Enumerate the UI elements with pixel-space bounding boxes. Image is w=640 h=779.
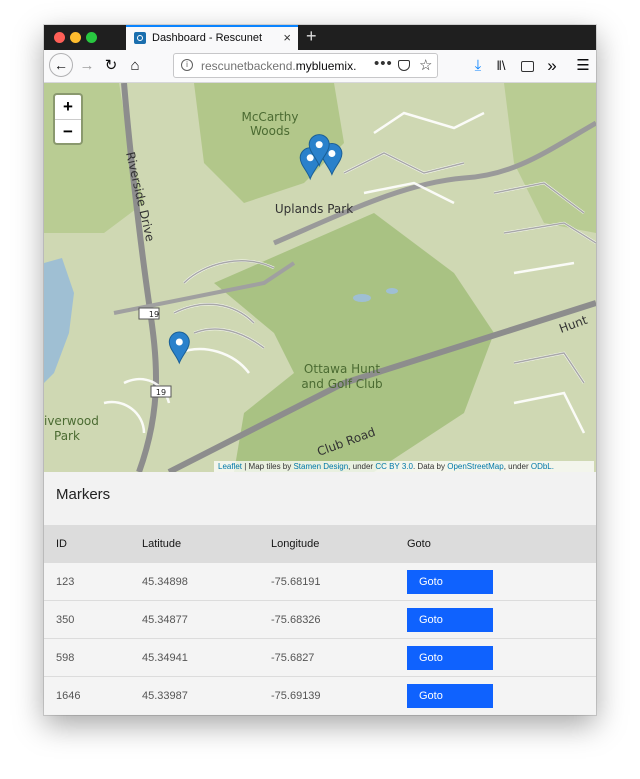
library-icon[interactable]: ‖\ [492,56,510,76]
cell-longitude: -75.68191 [259,562,395,601]
ccby-link[interactable]: CC BY 3.0 [375,462,413,471]
leaflet-link[interactable]: Leaflet [218,462,242,471]
table-row: 350 45.34877 -75.68326 Goto [44,600,596,639]
cell-id: 350 [44,600,130,639]
mccarthy-woods-label-1: McCarthy [241,110,298,124]
new-tab-icon[interactable]: + [306,26,317,47]
ottawa-hunt-label-2: and Golf Club [301,377,382,391]
cell-id: 598 [44,638,130,677]
url-domain: mybluemix. [295,59,357,73]
zoom-in-button[interactable]: + [55,95,81,120]
minimize-window-button[interactable] [70,32,81,43]
table-row: 1646 45.33987 -75.69139 Goto [44,676,596,714]
goto-button[interactable]: Goto [407,569,493,594]
column-header-latitude: Latitude [130,525,259,563]
riverwood-park-label-1: iverwood [44,414,99,428]
rescunet-favicon-icon [134,32,146,44]
attribution-text-2: , under [348,462,376,471]
page-actions-more-icon[interactable]: ••• [374,55,393,72]
table-row: 598 45.34941 -75.6827 Goto [44,638,596,677]
map[interactable]: 19 19 McCarthy Woods Riverside Drive Upl… [44,83,596,472]
uplands-park-label: Uplands Park [275,202,353,216]
star-icon[interactable]: ☆ [419,56,432,74]
cell-goto: Goto [395,600,596,639]
tab-title: Dashboard - Rescunet [152,32,263,44]
cell-goto: Goto [395,676,596,714]
info-icon[interactable]: i [181,59,193,71]
nav-toolbar: ← → ↻ ⌂ i rescunetbackend.mybluemix. •••… [44,50,596,83]
cell-goto: Goto [395,638,596,677]
attribution-text-1: | Map tiles by [242,462,294,471]
pocket-icon[interactable] [398,60,410,71]
tab-dashboard[interactable]: Dashboard - Rescunet × [126,25,298,50]
browser-window: Dashboard - Rescunet × + ← → ↻ ⌂ i rescu… [44,25,596,715]
markers-table: ID Latitude Longitude Goto 123 45.34898 … [44,525,596,714]
odbl-link[interactable]: ODbL. [531,462,554,471]
cell-longitude: -75.68326 [259,600,395,639]
goto-button[interactable]: Goto [407,645,493,670]
cell-goto: Goto [395,562,596,601]
menu-icon[interactable]: ☰ [574,56,592,76]
reload-icon[interactable]: ↻ [102,56,120,76]
back-icon[interactable]: ← [49,53,73,77]
cell-latitude: 45.34941 [130,638,259,677]
column-header-id: ID [44,525,130,563]
url-host: rescunetbackend. [201,59,296,73]
goto-button[interactable]: Goto [407,607,493,632]
sidebar-icon[interactable] [518,56,536,76]
cell-latitude: 45.34898 [130,562,259,601]
stamen-link[interactable]: Stamen Design [293,462,348,471]
cell-latitude: 45.34877 [130,600,259,639]
goto-button[interactable]: Goto [407,683,493,708]
home-icon[interactable]: ⌂ [126,56,144,76]
attribution-text-3: . Data by [412,462,448,471]
markers-heading: Markers [56,486,111,503]
overflow-icon[interactable]: » [543,56,561,76]
osm-link[interactable]: OpenStreetMap [447,462,503,471]
table-row: 123 45.34898 -75.68191 Goto [44,562,596,601]
route-19-label-2: 19 [156,388,166,397]
map-attribution: Leaflet | Map tiles by Stamen Design, un… [214,461,594,472]
mccarthy-woods-label-2: Woods [250,124,290,138]
ottawa-hunt-label-1: Ottawa Hunt [304,362,380,376]
close-window-button[interactable] [54,32,65,43]
table-header-row: ID Latitude Longitude Goto [44,525,596,563]
column-header-longitude: Longitude [259,525,395,563]
cell-id: 123 [44,562,130,601]
tab-close-icon[interactable]: × [283,30,291,45]
download-icon[interactable]: ⤓ [469,56,487,76]
cell-longitude: -75.69139 [259,676,395,714]
riverwood-park-label-2: Park [54,429,80,443]
attribution-text-4: , under [503,462,531,471]
cell-id: 1646 [44,676,130,714]
url-text[interactable]: rescunetbackend.mybluemix. [201,59,361,73]
zoom-window-button[interactable] [86,32,97,43]
cell-latitude: 45.33987 [130,676,259,714]
url-bar[interactable]: i rescunetbackend.mybluemix. ••• ☆ [173,53,438,78]
map-tiles: 19 19 McCarthy Woods Riverside Drive Upl… [44,83,596,472]
cell-longitude: -75.6827 [259,638,395,677]
page-content: 19 19 McCarthy Woods Riverside Drive Upl… [44,83,596,715]
forward-icon[interactable]: → [78,56,96,76]
tab-strip: Dashboard - Rescunet × + [44,25,596,50]
route-19-label-1: 19 [149,310,159,319]
zoom-control: + − [53,93,83,145]
column-header-goto: Goto [395,525,596,563]
zoom-out-button[interactable]: − [55,120,81,144]
